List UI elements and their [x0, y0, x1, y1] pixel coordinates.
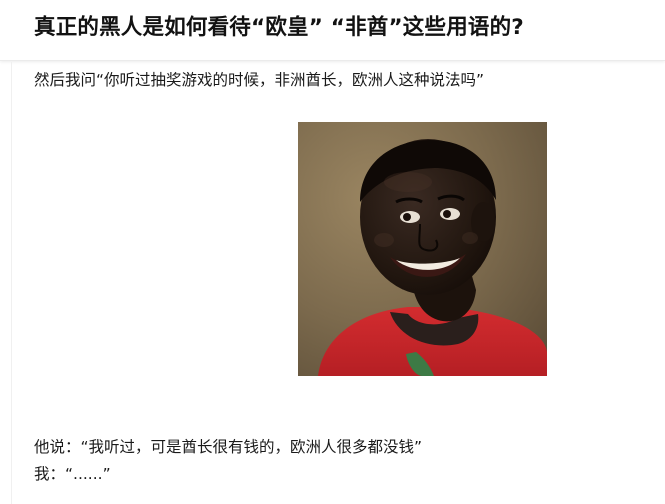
- answer-paragraph: 我：“......”: [34, 465, 111, 483]
- smiling-man-photo: [298, 122, 547, 376]
- answer-paragraph: 他说：“我听过，可是酋长很有钱的，欧洲人很多都没钱”: [34, 438, 423, 456]
- answer-photo[interactable]: [298, 122, 547, 376]
- content-left-divider: [11, 62, 12, 504]
- answer-paragraph: 然后我问“你听过抽奖游戏的时候，非洲酋长，欧洲人这种说法吗”: [34, 71, 485, 89]
- question-header: 真正的黑人是如何看待“欧皇” “非酋”这些用语的?: [0, 0, 665, 61]
- question-title[interactable]: 真正的黑人是如何看待“欧皇” “非酋”这些用语的?: [34, 12, 524, 44]
